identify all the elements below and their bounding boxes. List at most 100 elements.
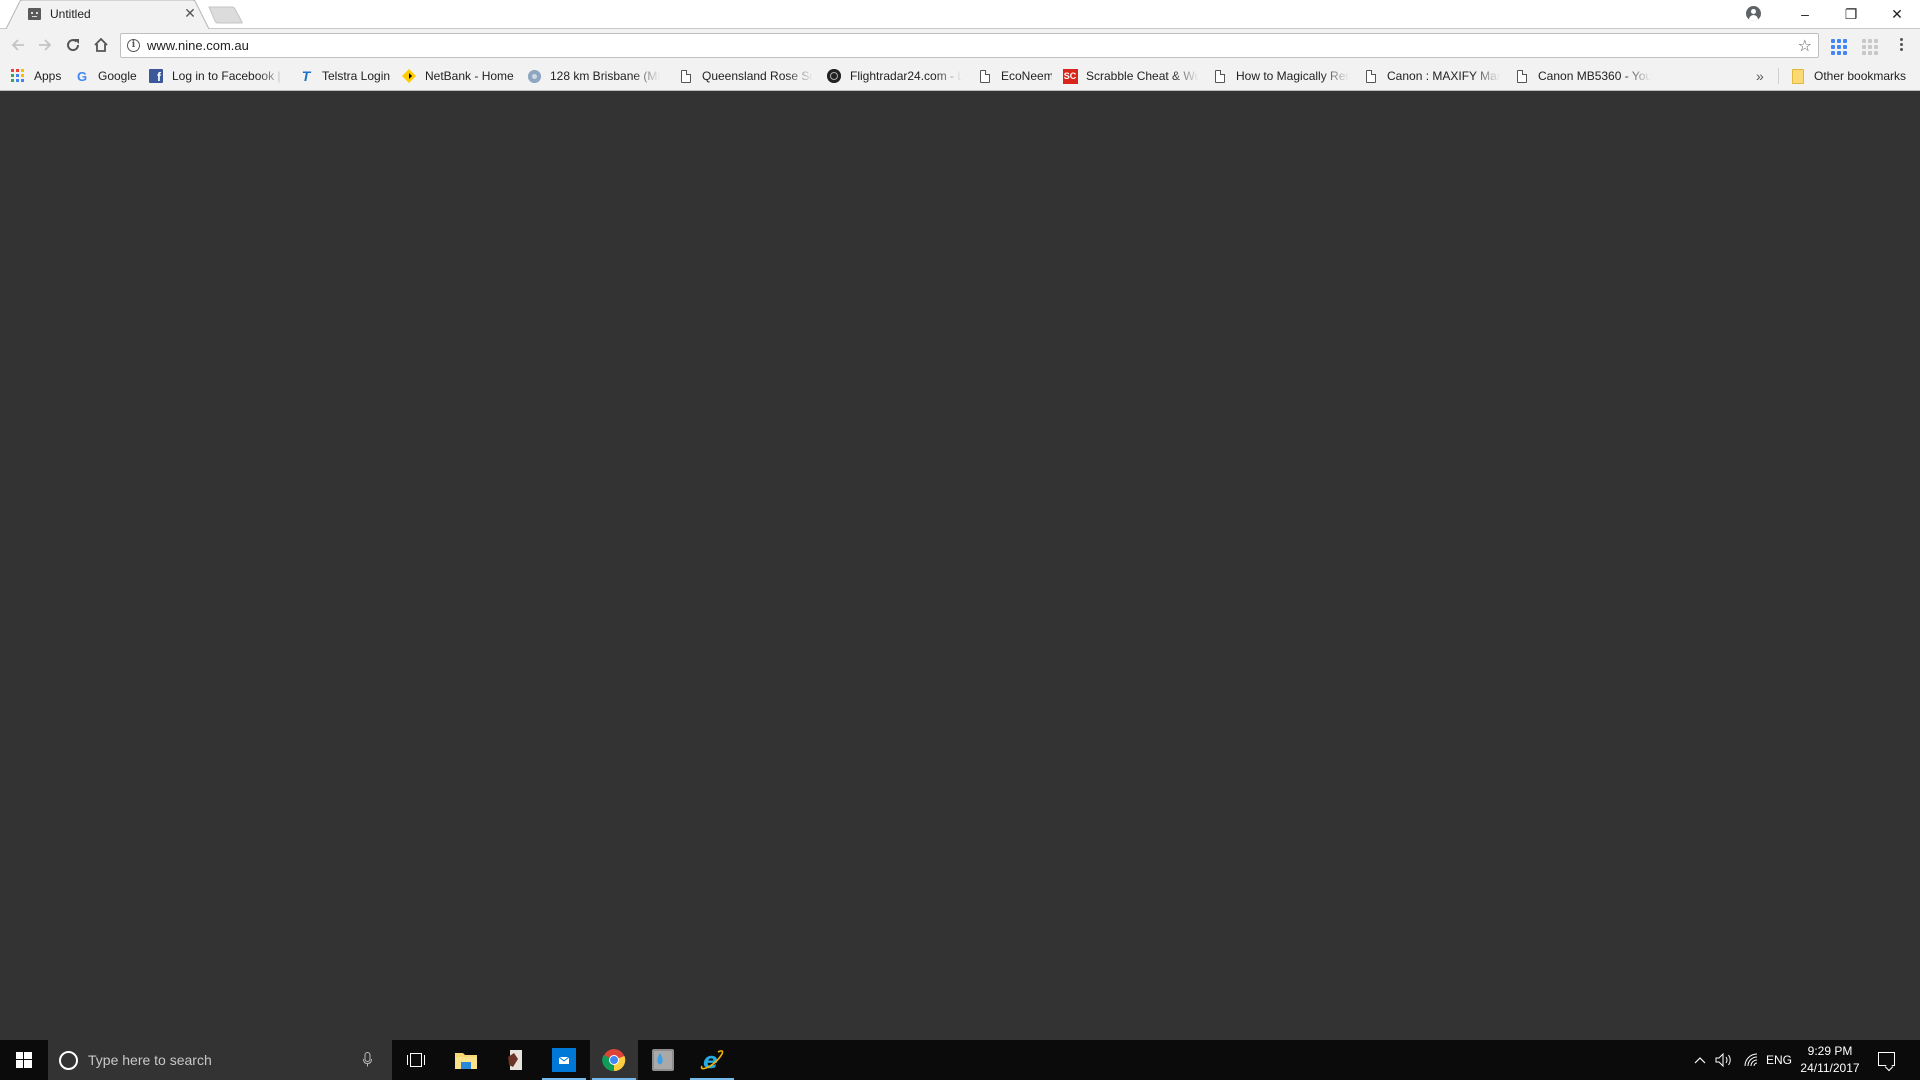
extension-apps-blue-icon[interactable] [1831,39,1847,55]
search-placeholder: Type here to search [88,1052,212,1068]
bookmark-telstra[interactable]: T Telstra Login [298,62,393,90]
commbank-icon [401,68,417,84]
show-hidden-icons-button[interactable] [1690,1040,1710,1080]
minimize-button[interactable]: – [1782,0,1828,28]
bookmark-label: 128 km Brisbane (Mt Stapylton) [550,69,660,83]
page-icon [1363,68,1379,84]
wifi-icon [1744,1053,1758,1067]
file-explorer-icon [455,1053,477,1069]
volume-icon [1715,1053,1731,1067]
page-content[interactable] [0,91,1920,1038]
taskbar-chrome[interactable] [590,1040,638,1080]
taskbar-file-explorer[interactable] [442,1040,490,1080]
clock-time: 9:29 PM [1807,1044,1853,1058]
bookmark-facebook[interactable]: f Log in to Facebook | Facebook [148,62,285,90]
forward-arrow-icon [39,39,52,51]
bookmark-apps[interactable]: Apps [10,62,65,90]
taskbar-search-box[interactable]: Type here to search [48,1040,392,1080]
taskbar-internet-explorer[interactable]: e [688,1040,736,1080]
mail-icon [552,1048,576,1072]
clock-date: 24/11/2017 [1800,1061,1860,1075]
site-info-icon[interactable]: i [127,39,140,52]
reload-icon [67,39,80,52]
bookmark-canon-mb5360[interactable]: Canon MB5360 - YouTube [1514,62,1651,90]
bookmark-label: Other bookmarks [1814,69,1907,83]
chrome-icon [602,1049,626,1072]
sad-page-favicon-icon [28,8,41,20]
taskbar-app-2[interactable] [639,1040,687,1080]
telstra-icon: T [301,68,311,84]
window-controls: – ❐ ✕ [1782,0,1920,28]
bookmarks-overflow-button[interactable]: » [1756,62,1770,90]
profile-icon[interactable] [1746,6,1761,21]
bookmark-queensland-rose[interactable]: Queensland Rose Society [678,62,813,90]
bookmark-label: Apps [34,69,62,83]
url-text[interactable]: www.nine.com.au [147,38,249,53]
new-tab-button[interactable] [208,6,244,24]
forward-button[interactable] [33,33,57,57]
home-icon [94,37,108,52]
bookmark-magically-remove[interactable]: How to Magically Remove [1212,62,1349,90]
network-button[interactable] [1740,1040,1762,1080]
google-icon: G [76,68,88,84]
radar-icon [526,68,542,84]
back-button[interactable] [6,33,30,57]
browser-menu-icon[interactable] [1898,38,1904,56]
browser-toolbar: i www.nine.com.au ☆ [0,29,1920,62]
task-view-button[interactable] [392,1040,440,1080]
reload-button[interactable] [61,33,85,57]
bookmark-label: NetBank - Home [425,69,514,83]
bookmark-label: Log in to Facebook | Facebook [172,69,285,83]
bookmark-canon-maxify[interactable]: Canon : MAXIFY Manuals [1363,62,1500,90]
scrabble-icon: SC [1062,68,1078,84]
start-button[interactable] [0,1040,48,1080]
tab-title: Untitled [50,7,91,21]
bookmark-brisbane-radar[interactable]: 128 km Brisbane (Mt Stapylton) [526,62,660,90]
taskbar-app[interactable] [491,1040,539,1080]
page-icon [678,68,694,84]
bookmark-scrabble[interactable]: SC Scrabble Cheat & Word [1062,62,1199,90]
action-center-icon[interactable] [1878,1052,1895,1066]
language-indicator[interactable]: ENG [1764,1040,1794,1080]
app-2-icon [652,1049,674,1071]
page-icon [1514,68,1530,84]
bookmark-label: EcoNeem [1001,69,1052,83]
bookmark-label: How to Magically Remove [1236,69,1349,83]
bookmark-label: Telstra Login [322,69,391,83]
taskbar-mail[interactable] [540,1040,588,1080]
app-icon [508,1050,522,1070]
flightradar-icon [826,68,842,84]
bookmarks-divider [1778,68,1779,84]
back-arrow-icon [11,39,24,51]
internet-explorer-icon: e [700,1049,724,1072]
bookmark-label: Google [98,69,137,83]
task-view-icon [407,1053,425,1067]
volume-button[interactable] [1713,1040,1735,1080]
bookmark-label: Scrabble Cheat & Word [1086,69,1199,83]
tab-strip: Untitled ✕ – ❐ ✕ [0,0,1920,30]
browser-tab[interactable]: Untitled ✕ [6,0,210,30]
bookmark-other-bookmarks[interactable]: Other bookmarks [1790,62,1915,90]
close-window-button[interactable]: ✕ [1874,0,1920,28]
bookmark-label: Queensland Rose Society [702,69,813,83]
extension-apps-gray-icon[interactable] [1862,39,1878,55]
address-bar[interactable]: i www.nine.com.au ☆ [120,33,1819,58]
bookmarks-bar: Apps G Google f Log in to Facebook | Fac… [0,62,1920,91]
bookmark-econeem[interactable]: EcoNeem [977,62,1052,90]
restore-button[interactable]: ❐ [1828,0,1874,28]
bookmark-flightradar[interactable]: Flightradar24.com - Live [826,62,962,90]
clock[interactable]: 9:29 PM 24/11/2017 [1795,1043,1865,1077]
facebook-icon: f [148,68,164,84]
tab-close-button[interactable]: ✕ [182,5,198,21]
bookmark-label: Canon MB5360 - YouTube [1538,69,1651,83]
apps-grid-icon [10,68,26,84]
chevron-up-icon [1694,1057,1706,1064]
bookmark-google[interactable]: G Google [74,62,139,90]
windows-taskbar: Type here to search e ENG 9:29 PM 24/11/… [0,1040,1920,1080]
microphone-icon[interactable] [363,1052,372,1067]
windows-logo-icon [16,1052,32,1068]
bookmark-star-icon[interactable]: ☆ [1798,36,1812,56]
folder-icon [1790,68,1806,84]
home-button[interactable] [89,33,113,57]
bookmark-netbank[interactable]: NetBank - Home [401,62,517,90]
